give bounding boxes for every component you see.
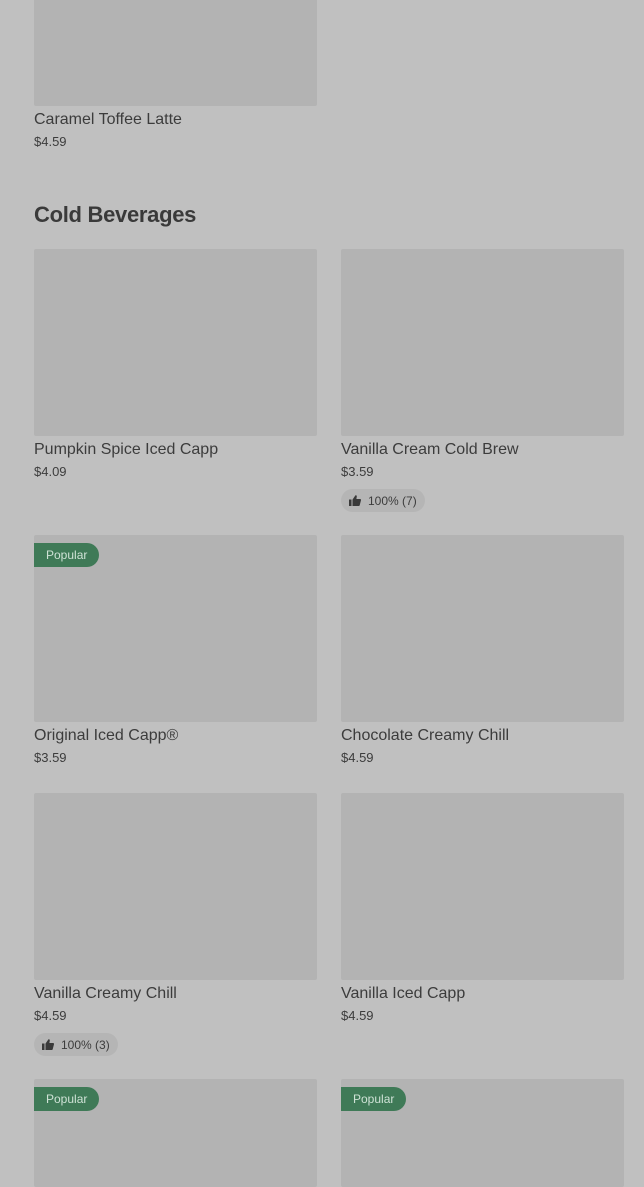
menu-item-card[interactable]: Vanilla Cream Cold Brew $3.59 100% (7) (341, 249, 624, 512)
item-image[interactable] (341, 793, 624, 980)
item-image[interactable] (34, 0, 317, 106)
menu-item-card[interactable]: Popular (341, 1079, 624, 1187)
item-name[interactable]: Pumpkin Spice Iced Capp (34, 442, 317, 458)
menu-item-card[interactable]: Chocolate Creamy Chill $4.59 (341, 535, 624, 765)
popular-badge: Popular (34, 543, 100, 567)
thumbs-up-icon (349, 495, 361, 506)
item-name[interactable]: Vanilla Iced Capp (341, 986, 624, 1002)
menu-item-card[interactable]: Pumpkin Spice Iced Capp $4.09 (34, 249, 317, 479)
section-title: Cold Beverages (34, 202, 197, 227)
item-image[interactable] (34, 249, 317, 436)
menu-page: Caramel Toffee Latte $4.59 Cold Beverage… (0, 0, 644, 1187)
item-name[interactable]: Vanilla Cream Cold Brew (341, 442, 624, 458)
item-name[interactable]: Chocolate Creamy Chill (341, 728, 624, 744)
item-price: $3.59 (34, 750, 67, 765)
rating-text: 100% (3) (61, 1037, 110, 1052)
item-name[interactable]: Original Iced Capp® (34, 728, 317, 744)
item-price: $4.59 (34, 134, 67, 149)
menu-item-card[interactable]: Vanilla Iced Capp $4.59 (341, 793, 624, 1023)
item-price: $4.09 (34, 464, 67, 479)
item-image[interactable]: Popular (34, 1079, 317, 1187)
item-image[interactable] (341, 535, 624, 722)
rating-chip: 100% (3) (34, 1033, 118, 1056)
item-image[interactable] (341, 249, 624, 436)
menu-item-card[interactable]: Popular Original Iced Capp® $3.59 (34, 535, 317, 765)
item-price: $4.59 (341, 750, 374, 765)
popular-badge: Popular (341, 1087, 407, 1111)
rating-chip: 100% (7) (341, 489, 425, 512)
item-image[interactable]: Popular (34, 535, 317, 722)
item-price: $4.59 (34, 1008, 67, 1023)
item-price: $3.59 (341, 464, 374, 479)
menu-item-card[interactable]: Popular (34, 1079, 317, 1187)
menu-item-card[interactable]: Caramel Toffee Latte $4.59 (34, 0, 317, 149)
item-image[interactable]: Popular (341, 1079, 624, 1187)
menu-item-card[interactable]: Vanilla Creamy Chill $4.59 100% (3) (34, 793, 317, 1056)
item-name[interactable]: Vanilla Creamy Chill (34, 986, 317, 1002)
item-name[interactable]: Caramel Toffee Latte (34, 112, 317, 128)
popular-badge: Popular (34, 1087, 100, 1111)
item-image[interactable] (34, 793, 317, 980)
rating-text: 100% (7) (368, 493, 417, 508)
thumbs-up-icon (42, 1039, 54, 1050)
item-price: $4.59 (341, 1008, 374, 1023)
